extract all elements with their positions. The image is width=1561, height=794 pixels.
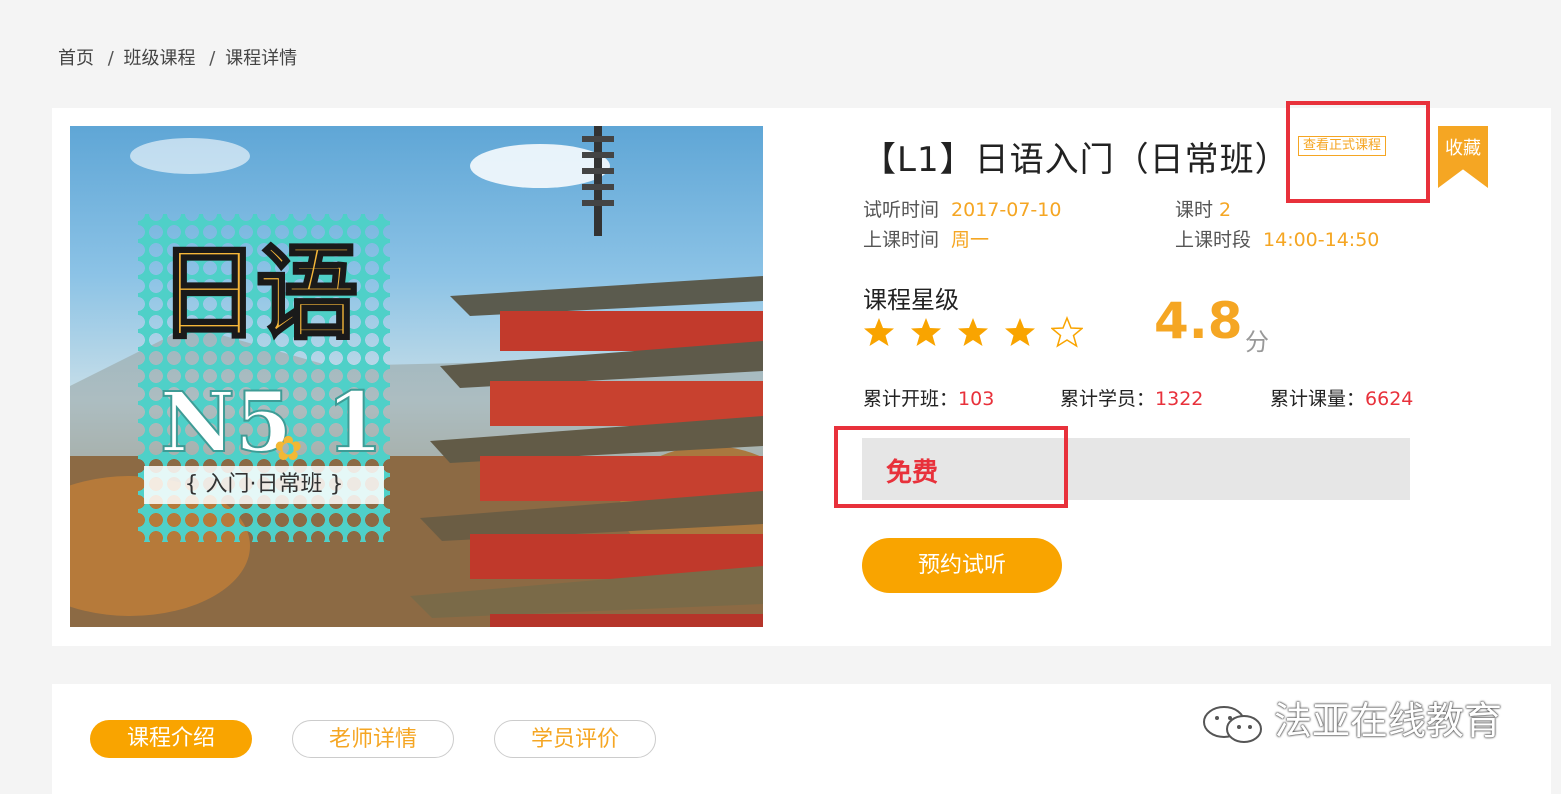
rating-unit: 分 — [1245, 328, 1269, 356]
course-hours: 课时 2 — [1175, 199, 1232, 221]
star-filled-icon — [1005, 318, 1035, 346]
badge-title: 日语 — [157, 235, 360, 354]
tab-student-reviews[interactable]: 学员评价 — [494, 720, 656, 758]
class-day: 上课时间 周一 — [863, 229, 990, 251]
star-filled-icon — [958, 318, 988, 346]
watermark: 法亚在线教育 — [1200, 690, 1502, 745]
course-cover-image: 日语 N5 1 ✿ { 入门·日常班 } — [70, 126, 763, 627]
badge-subtitle: { 入门·日常班 } — [144, 466, 384, 504]
class-slot: 上课时段 14:00-14:50 — [1175, 229, 1380, 251]
rating-score: 4.8 — [1154, 292, 1243, 350]
stat-lessons: 累计课量：6624 — [1270, 388, 1414, 410]
breadcrumb-home[interactable]: 首页 — [58, 44, 94, 70]
breadcrumb-separator: / — [107, 48, 114, 69]
course-badge: 日语 N5 1 ✿ { 入门·日常班 } — [138, 214, 390, 542]
breadcrumb-separator: / — [209, 48, 216, 69]
badge-level: N5 1 — [159, 375, 384, 471]
wechat-icon — [1203, 705, 1262, 743]
breadcrumb: 首页 / 班级课程 / 课程详情 — [58, 44, 297, 70]
course-title: 【L1】日语入门（日常班） — [862, 140, 1290, 180]
rating-label: 课程星级 — [863, 286, 959, 314]
star-filled-icon — [864, 318, 894, 346]
flower-icon: ✿ — [274, 429, 303, 469]
tab-course-intro[interactable]: 课程介绍 — [90, 720, 252, 758]
highlight-box — [834, 426, 1068, 508]
breadcrumb-classes[interactable]: 班级课程 — [124, 44, 196, 70]
star-empty-icon — [1051, 316, 1083, 348]
trial-time: 试听时间 2017-07-10 — [863, 199, 1062, 221]
star-filled-icon — [911, 318, 941, 346]
stat-classes: 累计开班：103 — [863, 388, 995, 410]
star-rating — [863, 316, 1083, 348]
tab-teacher-detail[interactable]: 老师详情 — [292, 720, 454, 758]
stat-students: 累计学员：1322 — [1060, 388, 1204, 410]
favorite-button[interactable]: 收藏 — [1438, 126, 1488, 188]
course-card: 日语 N5 1 ✿ { 入门·日常班 } 【L1】日语入门（日常班） 查看正式课程… — [52, 101, 1551, 646]
breadcrumb-detail: 课程详情 — [225, 48, 298, 69]
highlight-box — [1286, 101, 1430, 203]
book-trial-button[interactable]: 预约试听 — [862, 538, 1062, 593]
